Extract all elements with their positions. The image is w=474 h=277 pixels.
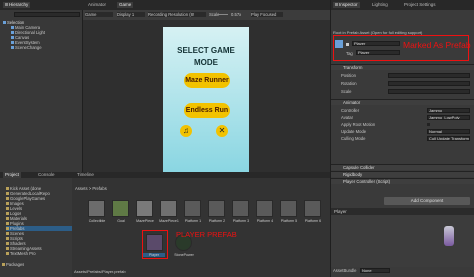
gameobject-icon xyxy=(11,41,14,45)
scale-slider[interactable] xyxy=(218,14,228,15)
project-folder[interactable]: TextMesh Pro xyxy=(6,251,36,256)
unity-scene-icon xyxy=(3,21,6,25)
tab-inspector[interactable]: Inspector xyxy=(333,2,360,8)
update-mode-label: Update Mode xyxy=(341,129,367,134)
asset-thumb[interactable] xyxy=(88,200,105,217)
tab-project-settings[interactable]: Project Settings xyxy=(402,2,438,8)
breadcrumb-assets[interactable]: Assets xyxy=(75,186,88,191)
folder-icon xyxy=(2,263,5,267)
controller-field[interactable]: Jammo xyxy=(427,108,470,113)
hierarchy-search-input[interactable] xyxy=(14,12,80,17)
avatar-field[interactable]: Jammo_LowPoly xyxy=(427,115,470,120)
controller-label: Controller xyxy=(341,108,360,113)
folder-icon xyxy=(6,232,9,236)
list-icon xyxy=(5,3,8,7)
breadcrumb: Assets > Prefabs xyxy=(75,186,107,191)
asset-thumb[interactable] xyxy=(232,200,249,217)
annotation-box xyxy=(142,230,168,259)
preview-header[interactable]: Player xyxy=(331,208,474,215)
tab-game[interactable]: Game xyxy=(117,2,134,8)
play-focused-dropdown[interactable]: Play Focused xyxy=(251,12,283,17)
asset-label: Platform 2 xyxy=(208,219,226,223)
assetbundle-dropdown[interactable]: None xyxy=(360,268,390,273)
asset-label: MazePiece1 xyxy=(159,219,179,223)
resolution-dropdown[interactable]: Recording Resolution (8! xyxy=(148,12,206,17)
folder-icon xyxy=(6,237,9,241)
asset-stonepower-label: StonePower xyxy=(174,253,194,257)
selected-asset-path: Assets/Prefabs/Player.prefab xyxy=(74,269,126,274)
avatar-label: Avatar xyxy=(341,115,354,120)
player-controller-header[interactable]: Player Controller (Script) xyxy=(331,178,474,184)
transform-header[interactable]: Transform xyxy=(331,64,474,70)
display-dropdown[interactable]: Display 1 xyxy=(117,12,145,17)
folder-icon xyxy=(6,222,9,226)
apply-root-motion-checkbox[interactable] xyxy=(427,123,430,126)
asset-thumb[interactable] xyxy=(208,200,225,217)
folder-icon xyxy=(6,207,9,211)
folder-icon xyxy=(6,247,9,251)
folder-icon xyxy=(6,212,9,216)
culling-mode-dropdown[interactable]: Cull Update Transform xyxy=(427,136,470,141)
endless-run-button[interactable]: Endless Run xyxy=(184,103,230,118)
asset-label: Platform 4 xyxy=(256,219,274,223)
scale-label: Scale xyxy=(341,89,352,94)
folder-icon xyxy=(6,242,9,246)
gameobject-icon xyxy=(11,46,14,50)
folder-icon xyxy=(6,192,9,196)
asset-thumb[interactable] xyxy=(304,200,321,217)
info-icon xyxy=(335,3,338,7)
position-fields[interactable] xyxy=(388,73,470,78)
asset-grid-panel xyxy=(72,178,330,277)
annotation-player-prefab: PLAYER PREFAB xyxy=(176,230,237,239)
capsule-collider-header[interactable]: Capsule Collider xyxy=(331,164,474,170)
folder-icon xyxy=(6,252,9,256)
folder-icon xyxy=(6,197,9,201)
folder-icon xyxy=(6,217,9,221)
rotation-fields[interactable] xyxy=(388,81,470,86)
folder-icon xyxy=(6,202,9,206)
rotation-label: Rotation xyxy=(341,81,357,86)
gameobject-icon xyxy=(11,36,14,40)
folder-icon xyxy=(6,187,9,191)
culling-mode-label: Culling Mode xyxy=(341,136,366,141)
assetbundle-label: AssetBundle xyxy=(333,268,357,273)
folder-icon xyxy=(6,227,9,231)
sound-icon[interactable]: ♫ xyxy=(180,125,192,137)
tab-hierarchy[interactable]: Hierarchy xyxy=(3,2,31,8)
asset-label: Collectible xyxy=(88,219,106,223)
add-component-button[interactable]: Add Component xyxy=(384,197,470,205)
asset-label: MazePiece xyxy=(136,219,154,223)
hierarchy-item[interactable]: SceneChange xyxy=(11,45,42,50)
game-title: SELECT GAME MODE xyxy=(177,46,235,67)
asset-thumb[interactable] xyxy=(160,200,177,217)
annotation-marked-prefab: Marked As Prefab xyxy=(403,40,471,50)
maze-runner-button[interactable]: Maze Runner xyxy=(184,73,230,88)
asset-label: Platform 1 xyxy=(184,219,202,223)
scale-fields[interactable] xyxy=(388,89,470,94)
asset-thumb[interactable] xyxy=(256,200,273,217)
animator-header[interactable]: Animator xyxy=(331,99,474,105)
asset-label: Platform 6 xyxy=(304,219,322,223)
game-view-dropdown[interactable]: Game xyxy=(85,12,113,17)
player-model-preview xyxy=(444,226,454,246)
tab-lighting[interactable]: Lighting xyxy=(370,2,390,8)
asset-label: Goal xyxy=(117,219,125,223)
apply-root-motion-label: Apply Root Motion xyxy=(341,122,376,127)
update-mode-dropdown[interactable]: Normal xyxy=(427,129,470,134)
gameobject-icon xyxy=(11,26,14,30)
asset-thumb[interactable] xyxy=(184,200,201,217)
asset-thumb[interactable] xyxy=(280,200,297,217)
tab-animator[interactable]: Animator xyxy=(86,2,108,8)
rigidbody-header[interactable]: Rigidbody xyxy=(331,171,474,177)
breadcrumb-prefabs[interactable]: Prefabs xyxy=(92,186,106,191)
asset-label: Platform 3 xyxy=(232,219,250,223)
asset-thumb[interactable] xyxy=(136,200,153,217)
asset-label: Platform 5 xyxy=(280,219,298,223)
asset-thumb[interactable] xyxy=(112,200,129,217)
position-label: Position xyxy=(341,73,356,78)
gameobject-icon xyxy=(11,31,14,35)
packages-folder[interactable]: Packages xyxy=(2,262,24,267)
scale-value: 0.57x xyxy=(231,12,242,17)
close-icon[interactable]: ✕ xyxy=(216,125,228,137)
